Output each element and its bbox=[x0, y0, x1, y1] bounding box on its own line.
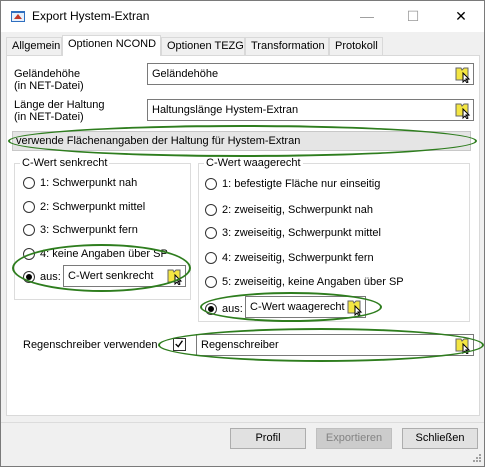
cwert-waagerecht-title: C-Wert waagerecht bbox=[204, 157, 303, 169]
select-attribute-icon[interactable] bbox=[164, 267, 184, 285]
flaechenangaben-section[interactable]: verwende Flächenangaben der Haltung für … bbox=[12, 131, 471, 151]
window-title: Export Hystem-Extran bbox=[32, 9, 150, 23]
gelaende-field-value: Geländehöhe bbox=[152, 68, 219, 80]
laenge-field[interactable]: Haltungslänge Hystem-Extran bbox=[147, 99, 474, 121]
radio-button[interactable] bbox=[23, 271, 35, 283]
cwert-senkrecht-field-value: C-Wert senkrecht bbox=[68, 270, 154, 282]
regenschreiber-field[interactable]: Regenschreiber bbox=[196, 334, 474, 356]
cwert-waagerecht-field[interactable]: C-Wert waagerecht bbox=[245, 296, 366, 318]
cwert-senkrecht-field[interactable]: C-Wert senkrecht bbox=[63, 265, 186, 287]
select-attribute-icon[interactable] bbox=[452, 336, 472, 354]
radio-button[interactable] bbox=[23, 224, 35, 236]
tab-protokoll[interactable]: Protokoll bbox=[329, 37, 383, 55]
radio-button[interactable] bbox=[205, 178, 217, 190]
select-attribute-icon[interactable] bbox=[452, 101, 472, 119]
tab-optionen-ncond[interactable]: Optionen NCOND bbox=[62, 35, 161, 56]
minimize-button[interactable]: — bbox=[344, 1, 390, 31]
radio-button[interactable] bbox=[23, 177, 35, 189]
laenge-field-value: Haltungslänge Hystem-Extran bbox=[152, 104, 299, 116]
gelaende-label-line2: (in NET-Datei) bbox=[14, 80, 84, 92]
radio-button[interactable] bbox=[205, 204, 217, 216]
cwert-senkrecht-title: C-Wert senkrecht bbox=[20, 157, 110, 169]
export-dialog: Export Hystem-Extran — ☐ ✕ Allgemein Opt… bbox=[0, 0, 485, 467]
exportieren-button[interactable]: Exportieren bbox=[316, 428, 392, 449]
cwert-waagerecht-field-value: C-Wert waagerecht bbox=[250, 301, 345, 313]
tab-optionen-tezg[interactable]: Optionen TEZG bbox=[161, 37, 245, 55]
app-icon bbox=[11, 11, 25, 22]
radio-button[interactable] bbox=[23, 248, 35, 260]
tab-allgemein[interactable]: Allgemein bbox=[6, 37, 62, 55]
laenge-label-line2: (in NET-Datei) bbox=[14, 111, 84, 123]
gelaende-label-line1: Geländehöhe bbox=[14, 68, 81, 80]
tab-transformation[interactable]: Transformation bbox=[245, 37, 329, 55]
radio-button[interactable] bbox=[205, 227, 217, 239]
maximize-button[interactable]: ☐ bbox=[390, 1, 436, 31]
resize-grip-icon[interactable] bbox=[471, 452, 483, 464]
regenschreiber-label: Regenschreiber verwenden bbox=[23, 339, 158, 351]
regenschreiber-field-value: Regenschreiber bbox=[201, 339, 279, 351]
select-attribute-icon[interactable] bbox=[452, 65, 472, 83]
checkmark-icon bbox=[175, 340, 184, 348]
radio-button[interactable] bbox=[205, 276, 217, 288]
radio-button[interactable] bbox=[205, 252, 217, 264]
laenge-label-line1: Länge der Haltung bbox=[14, 99, 105, 111]
regenschreiber-checkbox[interactable] bbox=[173, 338, 186, 351]
gelaende-field[interactable]: Geländehöhe bbox=[147, 63, 474, 85]
divider bbox=[1, 422, 484, 423]
title-bar: Export Hystem-Extran — ☐ ✕ bbox=[1, 1, 484, 32]
close-button[interactable]: ✕ bbox=[438, 1, 484, 31]
radio-button[interactable] bbox=[205, 303, 217, 315]
select-attribute-icon[interactable] bbox=[344, 298, 364, 316]
schliessen-button[interactable]: Schließen bbox=[402, 428, 478, 449]
radio-button[interactable] bbox=[23, 201, 35, 213]
profil-button[interactable]: Profil bbox=[230, 428, 306, 449]
